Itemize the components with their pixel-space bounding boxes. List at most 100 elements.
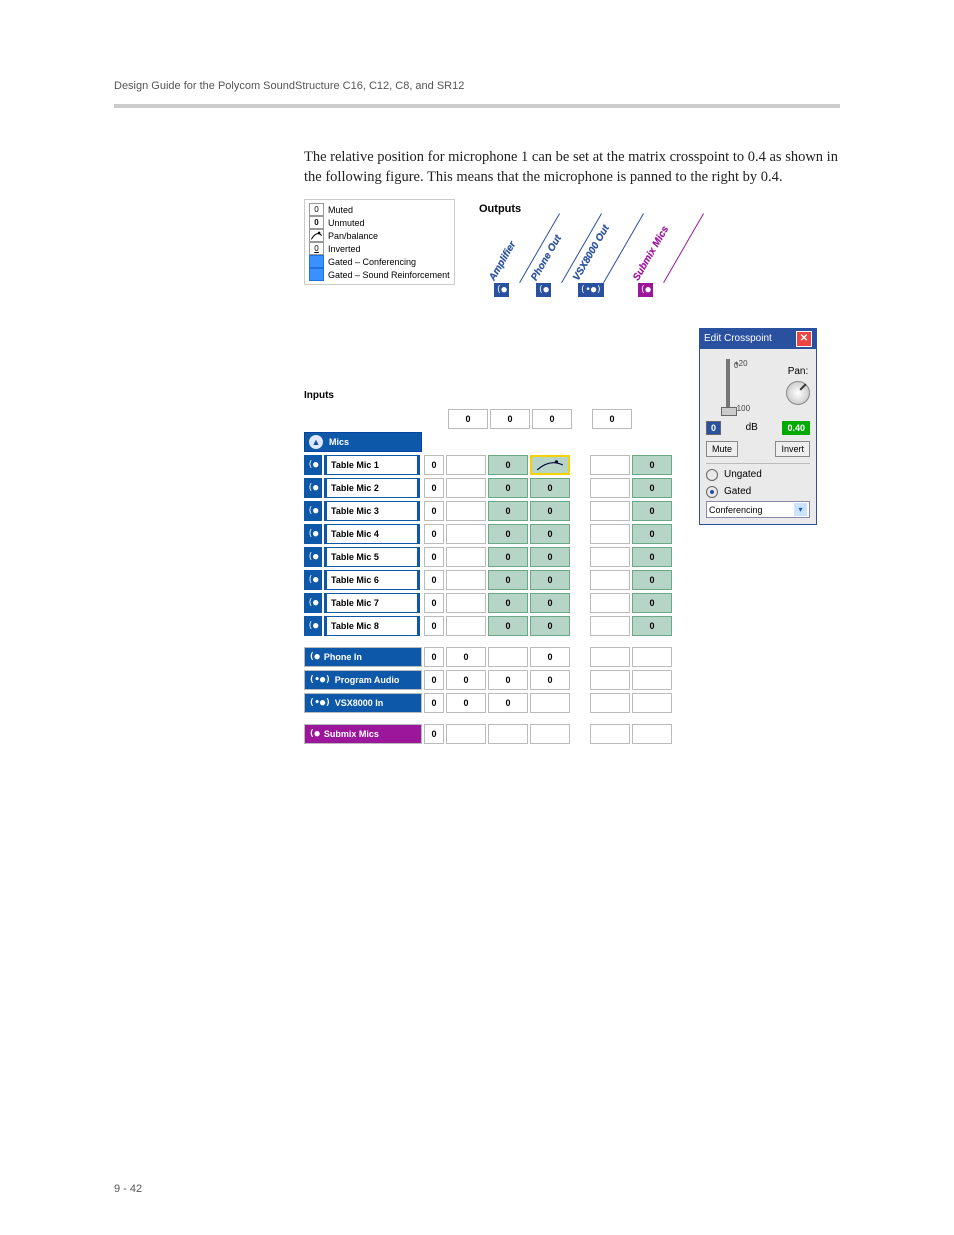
matrix-crosspoint[interactable] xyxy=(590,455,630,475)
input-fader[interactable]: 0 xyxy=(424,593,444,613)
input-fader[interactable]: 0 xyxy=(424,478,444,498)
matrix-crosspoint[interactable]: 0 xyxy=(488,478,528,498)
matrix-crosspoint[interactable] xyxy=(590,478,630,498)
input-fader[interactable]: 0 xyxy=(424,616,444,636)
input-fader[interactable]: 0 xyxy=(424,455,444,475)
matrix-crosspoint[interactable] xyxy=(530,455,570,475)
matrix-crosspoint[interactable]: 0 xyxy=(530,478,570,498)
matrix-crosspoint[interactable] xyxy=(590,593,630,613)
input-fader[interactable]: 0 xyxy=(424,547,444,567)
mics-group-header[interactable]: ▲ Mics xyxy=(304,432,422,452)
pan-value[interactable]: 0.40 xyxy=(782,421,810,435)
matrix-crosspoint[interactable] xyxy=(530,724,570,744)
output-fader[interactable]: 0 xyxy=(490,409,530,429)
radio-gated[interactable]: Gated xyxy=(706,485,810,499)
collapse-icon[interactable]: ▲ xyxy=(309,435,323,449)
matrix-crosspoint[interactable]: 0 xyxy=(632,570,672,590)
output-col-vsx8000-out[interactable]: VSX8000 Out xyxy=(570,224,612,283)
pan-knob[interactable] xyxy=(786,381,810,405)
gain-slider[interactable]: +20 0 -100 xyxy=(706,355,750,415)
matrix-crosspoint[interactable]: 0 xyxy=(530,501,570,521)
matrix-crosspoint[interactable] xyxy=(446,570,486,590)
output-fader[interactable]: 0 xyxy=(532,409,572,429)
matrix-crosspoint[interactable] xyxy=(632,647,672,667)
matrix-crosspoint[interactable]: 0 xyxy=(530,547,570,567)
gating-type-select[interactable]: Conferencing ▾ xyxy=(706,501,810,518)
matrix-crosspoint[interactable] xyxy=(488,647,528,667)
input-row-table-mic-5[interactable]: Table Mic 5 xyxy=(324,547,420,567)
chevron-down-icon[interactable]: ▾ xyxy=(794,503,807,516)
matrix-crosspoint[interactable]: 0 xyxy=(530,670,570,690)
input-row-submix-mics[interactable]: (●Submix Mics xyxy=(304,724,422,744)
matrix-crosspoint[interactable]: 0 xyxy=(488,670,528,690)
matrix-crosspoint[interactable] xyxy=(530,693,570,713)
radio-ungated[interactable]: Ungated xyxy=(706,468,810,482)
matrix-crosspoint[interactable] xyxy=(590,647,630,667)
matrix-crosspoint[interactable] xyxy=(446,724,486,744)
matrix-crosspoint[interactable]: 0 xyxy=(488,593,528,613)
matrix-crosspoint[interactable] xyxy=(446,616,486,636)
input-row-table-mic-8[interactable]: Table Mic 8 xyxy=(324,616,420,636)
input-row-table-mic-7[interactable]: Table Mic 7 xyxy=(324,593,420,613)
matrix-crosspoint[interactable] xyxy=(488,724,528,744)
matrix-crosspoint[interactable] xyxy=(590,724,630,744)
matrix-crosspoint[interactable]: 0 xyxy=(488,501,528,521)
matrix-crosspoint[interactable] xyxy=(446,593,486,613)
matrix-crosspoint[interactable]: 0 xyxy=(632,501,672,521)
input-row-table-mic-1[interactable]: Table Mic 1 xyxy=(324,455,420,475)
matrix-crosspoint[interactable]: 0 xyxy=(488,524,528,544)
matrix-crosspoint[interactable] xyxy=(590,501,630,521)
matrix-crosspoint[interactable]: 0 xyxy=(530,524,570,544)
matrix-crosspoint[interactable]: 0 xyxy=(488,616,528,636)
matrix-crosspoint[interactable]: 0 xyxy=(488,547,528,567)
input-row-table-mic-6[interactable]: Table Mic 6 xyxy=(324,570,420,590)
input-fader[interactable]: 0 xyxy=(424,524,444,544)
matrix-crosspoint[interactable]: 0 xyxy=(530,647,570,667)
matrix-crosspoint[interactable]: 0 xyxy=(446,693,486,713)
matrix-crosspoint[interactable] xyxy=(446,547,486,567)
input-fader[interactable]: 0 xyxy=(424,693,444,713)
matrix-crosspoint[interactable]: 0 xyxy=(530,616,570,636)
input-fader[interactable]: 0 xyxy=(424,724,444,744)
input-fader[interactable]: 0 xyxy=(424,570,444,590)
matrix-crosspoint[interactable]: 0 xyxy=(488,693,528,713)
output-fader[interactable]: 0 xyxy=(592,409,632,429)
matrix-crosspoint[interactable]: 0 xyxy=(488,570,528,590)
matrix-crosspoint[interactable]: 0 xyxy=(530,593,570,613)
matrix-crosspoint[interactable]: 0 xyxy=(530,570,570,590)
matrix-crosspoint[interactable] xyxy=(446,478,486,498)
matrix-crosspoint[interactable]: 0 xyxy=(446,647,486,667)
matrix-crosspoint[interactable]: 0 xyxy=(632,455,672,475)
input-row-table-mic-3[interactable]: Table Mic 3 xyxy=(324,501,420,521)
matrix-crosspoint[interactable] xyxy=(590,524,630,544)
input-fader[interactable]: 0 xyxy=(424,501,444,521)
matrix-crosspoint[interactable] xyxy=(590,670,630,690)
input-row-program-audio[interactable]: (•●)Program Audio xyxy=(304,670,422,690)
close-icon[interactable]: ✕ xyxy=(796,331,812,347)
matrix-crosspoint[interactable]: 0 xyxy=(632,616,672,636)
matrix-crosspoint[interactable] xyxy=(632,670,672,690)
matrix-crosspoint[interactable]: 0 xyxy=(632,547,672,567)
input-fader[interactable]: 0 xyxy=(424,670,444,690)
matrix-crosspoint[interactable] xyxy=(632,724,672,744)
matrix-crosspoint[interactable]: 0 xyxy=(446,670,486,690)
matrix-crosspoint[interactable]: 0 xyxy=(632,524,672,544)
matrix-crosspoint[interactable] xyxy=(590,616,630,636)
matrix-crosspoint[interactable] xyxy=(590,570,630,590)
input-row-vsx8000-in[interactable]: (•●)VSX8000 In xyxy=(304,693,422,713)
matrix-crosspoint[interactable] xyxy=(446,524,486,544)
matrix-crosspoint[interactable] xyxy=(632,693,672,713)
invert-button[interactable]: Invert xyxy=(775,441,810,457)
matrix-crosspoint[interactable] xyxy=(590,693,630,713)
matrix-crosspoint[interactable]: 0 xyxy=(632,593,672,613)
matrix-crosspoint[interactable] xyxy=(446,501,486,521)
output-col-submix-mics[interactable]: Submix Mics xyxy=(630,224,672,283)
input-row-table-mic-2[interactable]: Table Mic 2 xyxy=(324,478,420,498)
gain-value[interactable]: 0 xyxy=(706,421,721,435)
mute-button[interactable]: Mute xyxy=(706,441,738,457)
output-fader[interactable]: 0 xyxy=(448,409,488,429)
matrix-crosspoint[interactable]: 0 xyxy=(488,455,528,475)
input-fader[interactable]: 0 xyxy=(424,647,444,667)
input-row-table-mic-4[interactable]: Table Mic 4 xyxy=(324,524,420,544)
input-row-phone-in[interactable]: (●Phone In xyxy=(304,647,422,667)
